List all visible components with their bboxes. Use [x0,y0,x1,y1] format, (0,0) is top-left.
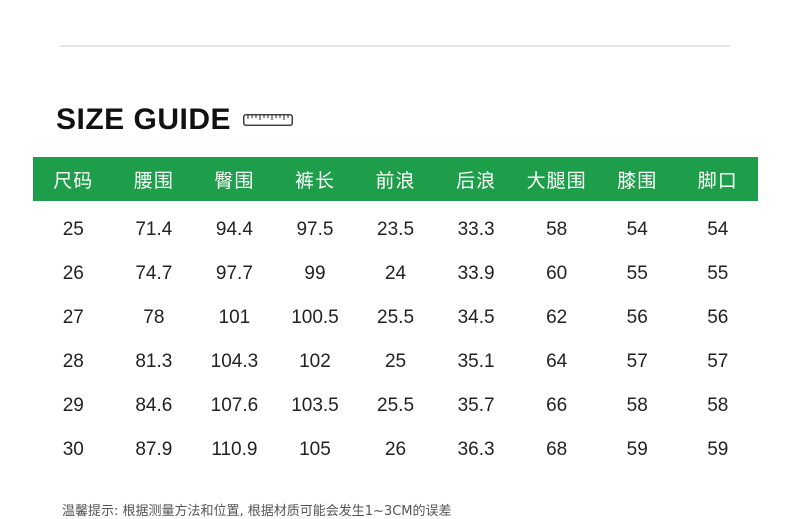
table-cell: 55 [626,263,648,284]
table-cell: 71.4 [135,219,173,240]
table-cell: 101 [218,307,251,328]
table-cell: 30 [62,439,84,460]
header-knee: 膝围 [617,169,658,192]
table-cell: 64 [546,351,568,372]
table-cell: 103.5 [291,395,339,416]
table-cell: 60 [546,263,568,284]
header-back-rise: 后浪 [456,169,497,192]
table-cell: 66 [546,395,568,416]
table-cell: 104.3 [210,351,259,372]
table-cell: 110.9 [211,439,258,460]
header-leg-opening: 脚口 [697,169,738,192]
table-body: 25 71.4 94.4 97.5 23.5 33.3 58 54 54 26 … [33,208,758,472]
header-waist: 腰围 [133,169,174,192]
table-cell: 25 [62,219,84,240]
table-cell: 57 [626,351,648,372]
header-thigh: 大腿围 [526,169,587,192]
table-cell: 57 [707,351,729,372]
table-header: 尺码 腰围 臀围 裤长 前浪 后浪 大腿围 膝围 脚口 [33,157,758,201]
table-cell: 23.5 [377,219,415,240]
table-cell: 25 [384,351,407,372]
table-cell: 62 [546,307,568,328]
table-cell: 81.3 [135,351,173,372]
ruler-icon [243,114,293,126]
table-cell: 68 [546,439,568,460]
table-cell: 105 [299,439,331,460]
table-cell: 56 [707,307,729,328]
table-cell: 34.5 [457,307,495,328]
table-cell: 25.5 [377,395,415,416]
table-cell: 94.4 [215,219,253,240]
table-cell: 35.7 [457,395,495,416]
header-hip: 臀围 [214,169,255,192]
table-cell: 54 [707,219,729,240]
top-divider [60,45,730,47]
table-cell: 99 [304,263,326,284]
table-cell: 78 [143,307,165,328]
table-cell: 55 [707,263,729,284]
table-cell: 24 [384,263,407,284]
table-cell: 58 [546,219,568,240]
header-front-rise: 前浪 [375,169,416,192]
table-row: 26 74.7 97.7 99 24 33.9 60 55 55 [33,252,758,296]
table-cell: 29 [62,395,84,416]
table-cell: 58 [626,395,648,416]
table-cell: 56 [626,307,648,328]
table-cell: 59 [626,439,648,460]
table-row: 25 71.4 94.4 97.5 23.5 33.3 58 54 54 [33,208,758,252]
table-cell: 36.3 [457,439,495,460]
table-cell: 59 [707,439,729,460]
header-size: 尺码 [53,169,94,192]
table-row: 27 78 101 100.5 25.5 34.5 62 56 56 [33,296,758,340]
measurement-note: 温馨提示: 根据测量方法和位置, 根据材质可能会发生1~3CM的误差 [62,504,452,519]
table-cell: 25.5 [377,307,415,328]
table-cell: 33.9 [457,263,495,284]
table-cell: 84.6 [135,395,173,416]
table-cell: 74.7 [135,263,173,284]
table-row: 29 84.6 107.6 103.5 25.5 35.7 66 58 58 [33,384,758,428]
page-title: SIZE GUIDE [56,103,232,136]
table-cell: 102 [299,351,331,372]
table-cell: 26 [62,263,84,284]
table-cell: 54 [626,219,648,240]
table-row: 30 87.9 110.9 105 26 36.3 68 59 59 [33,428,758,472]
table-cell: 33.3 [457,219,495,240]
table-cell: 87.9 [135,439,173,460]
table-cell: 100.5 [291,307,339,328]
table-cell: 107.6 [210,395,259,416]
table-row: 28 81.3 104.3 102 25 35.1 64 57 57 [33,340,758,384]
table-cell: 26 [384,439,407,460]
header-length: 裤长 [294,169,335,192]
table-cell: 27 [62,307,84,328]
table-cell: 58 [707,395,729,416]
size-table: 尺码 腰围 臀围 裤长 前浪 后浪 大腿围 膝围 脚口 25 71.4 94.4… [33,157,758,472]
table-cell: 35.1 [457,351,495,372]
title-block: SIZE GUIDE [56,100,293,140]
table-cell: 97.5 [296,219,334,240]
table-cell: 28 [62,351,84,372]
table-cell: 97.7 [215,263,253,284]
